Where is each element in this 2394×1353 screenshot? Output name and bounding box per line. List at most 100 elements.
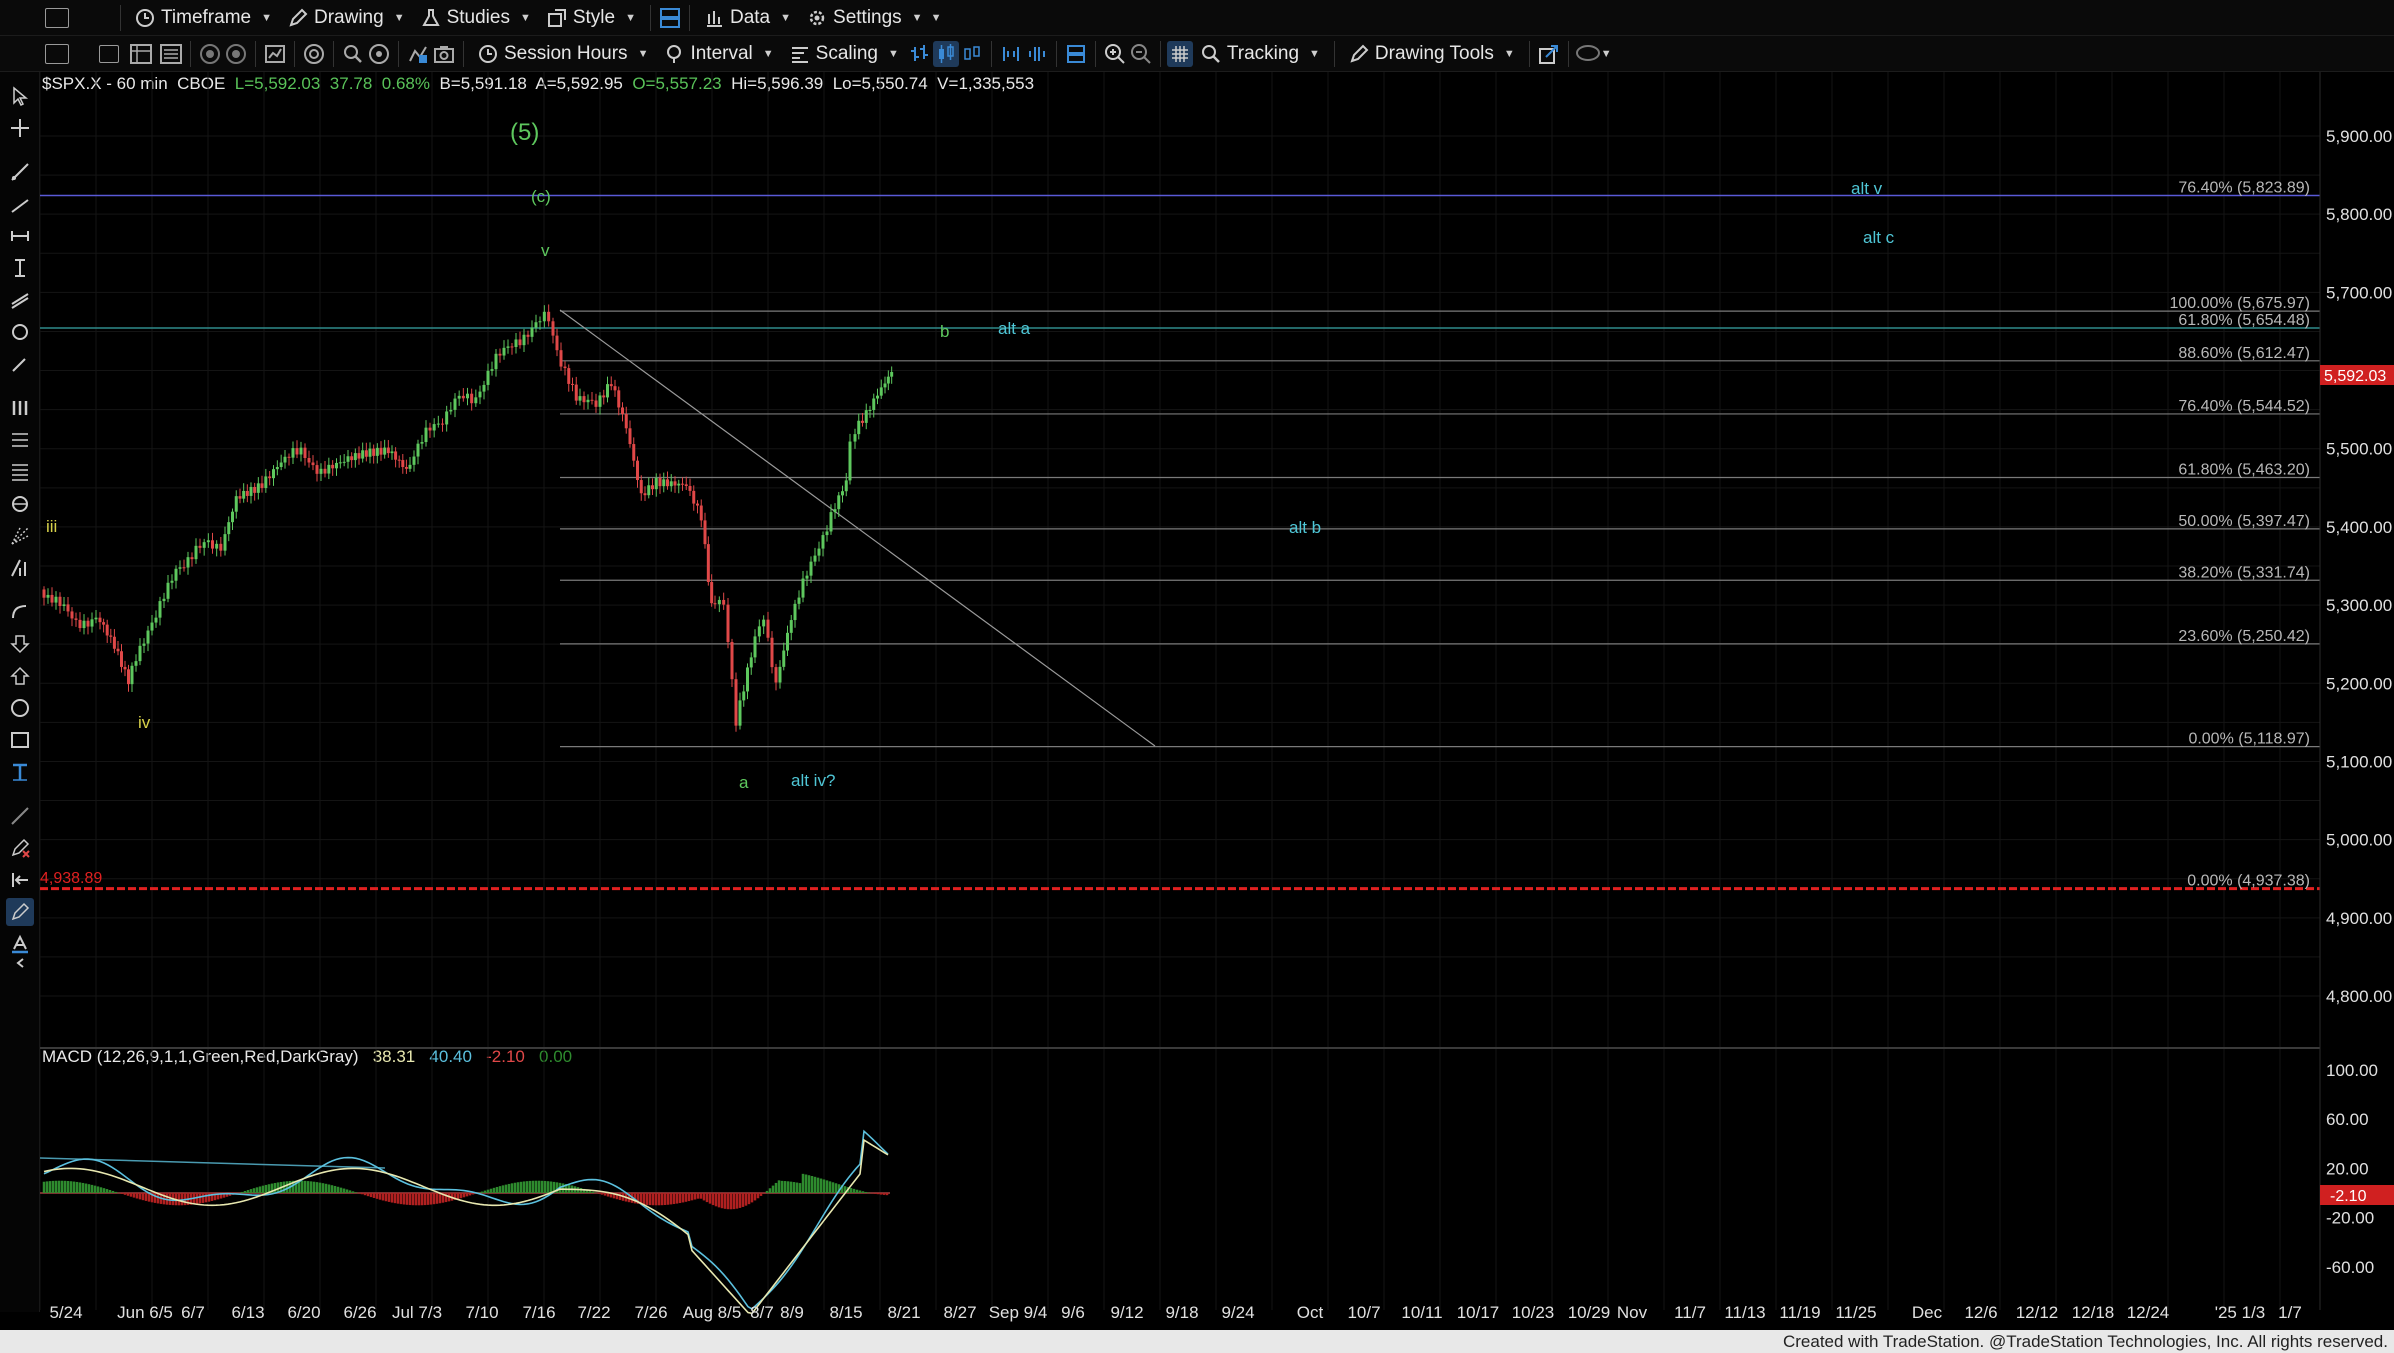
candle-body — [275, 466, 279, 470]
wave-label-alt-a: alt a — [998, 319, 1031, 338]
trendline-drawing[interactable] — [559, 309, 1156, 747]
price-axis[interactable]: 5,900.00 5,800.00 5,700.00 5,500.00 5,400.00… — [2326, 127, 2392, 1006]
date-axis-label: 5/24 — [49, 1303, 82, 1322]
last-price-tag: 5,592.03 — [2324, 368, 2386, 385]
candle-body — [786, 632, 789, 651]
candle-body — [311, 462, 315, 466]
candle-body — [390, 451, 394, 454]
candle-body — [813, 555, 817, 562]
candle-body — [357, 453, 361, 459]
candle-body — [632, 444, 636, 461]
candle-body — [841, 491, 844, 496]
price-axis-label: 5,400.00 — [2326, 518, 2392, 537]
candle-body — [231, 511, 234, 523]
date-axis-label: 6/20 — [287, 1303, 320, 1322]
candle-body — [383, 447, 387, 455]
candle-body — [872, 398, 876, 411]
candle-body — [518, 339, 522, 346]
candle-body — [206, 540, 210, 543]
price-axis-label: 5,700.00 — [2326, 283, 2392, 302]
candle-body — [666, 479, 669, 487]
candle-body — [283, 456, 287, 463]
candle-body — [857, 420, 861, 435]
candle-body — [90, 619, 94, 627]
candle-body — [432, 424, 436, 431]
candle-body — [555, 335, 559, 351]
date-axis-label: 7/26 — [634, 1303, 667, 1322]
date-axis-label: 12/12 — [2016, 1303, 2059, 1322]
candle-body — [506, 346, 510, 348]
date-axis-label: Aug 8/5 — [683, 1303, 742, 1322]
price-axis-label: 5,300.00 — [2326, 596, 2392, 615]
candle-body — [770, 637, 774, 668]
candle-body — [662, 479, 666, 487]
date-axis-label: 10/29 — [1568, 1303, 1611, 1322]
candle-body — [654, 478, 658, 490]
candle-body — [303, 447, 307, 458]
candle-body — [260, 483, 264, 489]
candle-body — [134, 661, 138, 666]
candle-body — [368, 448, 372, 457]
candle-body — [127, 669, 130, 685]
candle-body — [154, 617, 158, 623]
fib-label: 61.80% (5,463.20) — [2178, 461, 2310, 478]
price-axis-label: 5,000.00 — [2326, 831, 2392, 850]
level-label: 61.80% (5,654.48) — [2178, 312, 2310, 329]
candle-body — [361, 450, 365, 459]
candle-body — [825, 531, 829, 536]
candle-body — [46, 594, 50, 598]
candle-body — [699, 505, 703, 521]
candle-body — [307, 457, 311, 463]
candle-body — [190, 557, 194, 560]
candle-body — [886, 376, 890, 384]
candle-body — [401, 460, 405, 468]
price-chart[interactable]: 100.00% (5,675.97) 88.60% (5,612.47) 76.40… — [0, 0, 2394, 1330]
candle-body — [82, 620, 86, 629]
candle-body — [194, 545, 198, 560]
candle-body — [651, 485, 654, 490]
candle-body — [681, 483, 684, 485]
candle-body — [749, 657, 753, 668]
date-axis-label: Oct — [1297, 1303, 1324, 1322]
date-axis-label: 7/22 — [577, 1303, 610, 1322]
macd-axis[interactable]: 100.00 60.00 20.00 -20.00 -60.00 — [2326, 1061, 2378, 1277]
date-axis-label: 6/26 — [343, 1303, 376, 1322]
candle-body — [162, 598, 166, 602]
date-axis-label: Sep 9/4 — [989, 1303, 1048, 1322]
candle-body — [364, 450, 368, 457]
candle-body — [876, 395, 879, 399]
date-axis-label: Jun 6/5 — [117, 1303, 173, 1322]
candle-body — [717, 599, 721, 605]
candle-body — [198, 545, 202, 548]
candle-body — [868, 410, 872, 412]
candle-body — [879, 387, 883, 396]
wave-label-v: v — [541, 241, 550, 260]
candle-body — [762, 619, 766, 627]
wave-label-iii: iii — [46, 517, 57, 536]
candle-body — [146, 630, 150, 644]
candle-body — [688, 486, 692, 491]
candle-body — [174, 568, 178, 581]
candle-body — [502, 347, 506, 356]
fib-label: 88.60% (5,612.47) — [2178, 345, 2310, 362]
price-axis-label: 5,500.00 — [2326, 440, 2392, 459]
macd-indicator — [39, 1129, 890, 1315]
candle-body — [182, 567, 186, 569]
candle-body — [713, 603, 717, 605]
candle-body — [158, 601, 162, 618]
candle-body — [542, 311, 546, 322]
candle-body — [571, 383, 574, 385]
fib-levels: 100.00% (5,675.97) 88.60% (5,612.47) 76.40… — [40, 180, 2320, 891]
candle-body — [223, 534, 227, 551]
price-candles — [42, 304, 894, 732]
candle-body — [268, 476, 272, 479]
candle-body — [120, 651, 123, 667]
candle-body — [647, 485, 651, 496]
candle-body — [782, 650, 786, 667]
candle-body — [809, 561, 813, 576]
date-axis[interactable]: 5/24 Jun 6/5 6/7 6/13 6/20 6/26 Jul 7/3 7/10 7/1… — [49, 1303, 2301, 1322]
candle-body — [62, 604, 66, 607]
candle-body — [112, 636, 116, 649]
candle-body — [692, 490, 696, 504]
candle-body — [574, 384, 578, 401]
